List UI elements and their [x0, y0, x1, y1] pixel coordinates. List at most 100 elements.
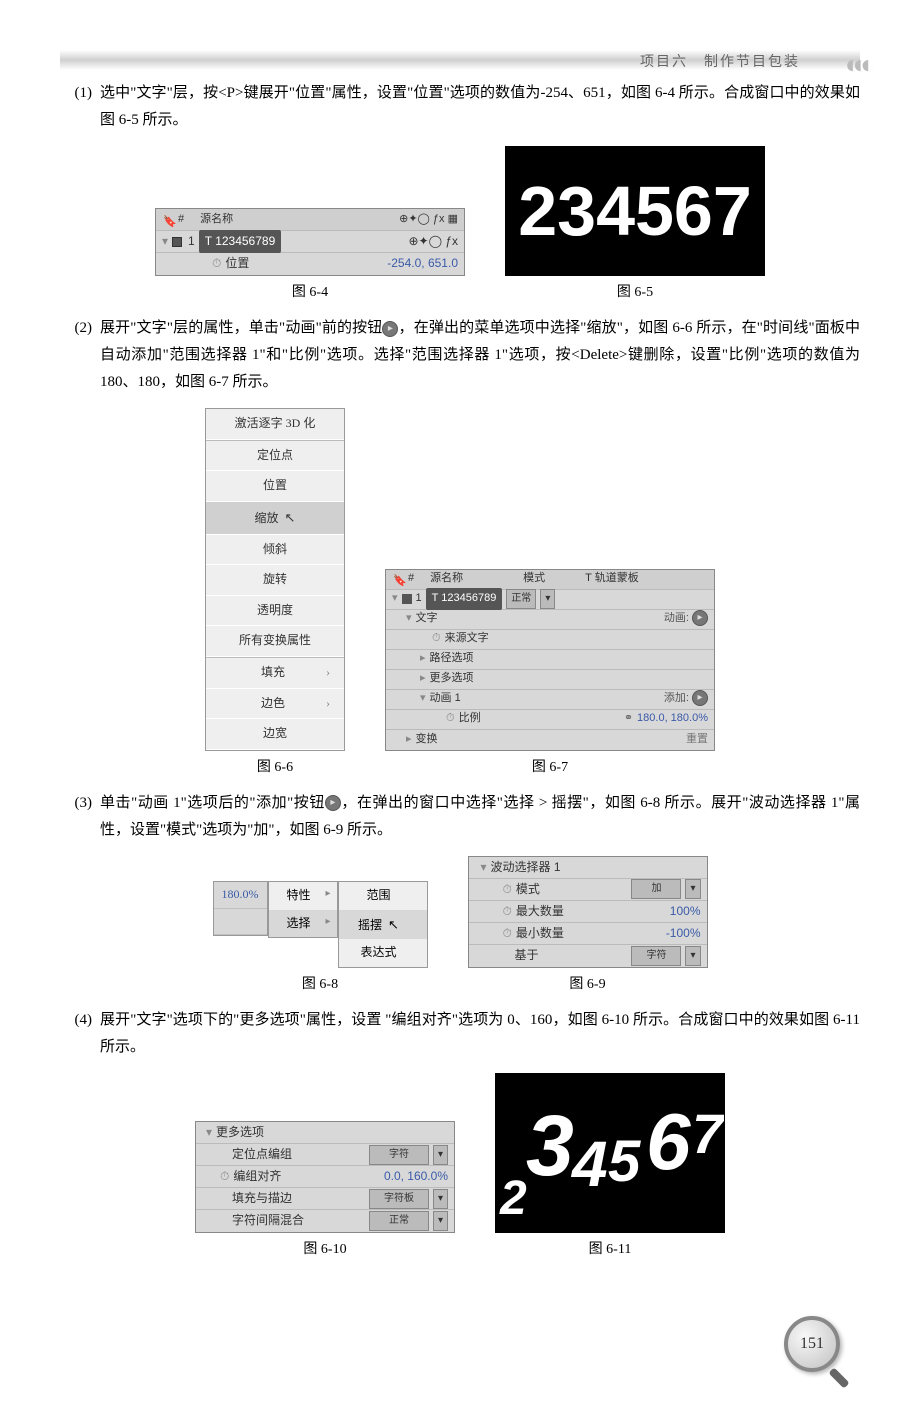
fig69-mode: ⏱ 模式 加▾	[469, 879, 707, 901]
fig67-anim1: ▾ 动画 1 添加:	[386, 690, 714, 710]
blend-dropdown[interactable]: 正常	[369, 1211, 429, 1231]
fig67-scale-value[interactable]: 180.0, 180.0%	[637, 709, 708, 729]
step-3-text: 单击"动画 1"选项后的"添加"按钮，在弹出的窗口中选择"选择 > 摇摆"，如图…	[100, 790, 860, 844]
twirl-down-icon[interactable]: ▾	[420, 689, 426, 709]
menu-item-scale[interactable]: 缩放↖	[206, 502, 344, 535]
fig68-panel: 180.0%	[213, 881, 268, 936]
digit: 3	[526, 1073, 574, 1224]
figure-6-10: ▾ 更多选项 定位点编组 字符▾ ⏱ 编组对齐 0.0, 160.0% 填充与描…	[195, 1121, 455, 1262]
fig69-max-val[interactable]: 100%	[670, 901, 701, 923]
fig610-group: ▾ 更多选项	[196, 1122, 454, 1144]
fig610-caption: 图 6-10	[195, 1237, 455, 1262]
menu-item[interactable]: 边宽	[206, 719, 344, 750]
cursor-icon: ↖	[388, 917, 399, 932]
fig611-preview: 2 3 4 5 6 7	[495, 1073, 725, 1233]
dropdown-arrow-icon[interactable]: ▾	[433, 1145, 448, 1165]
digit: 7	[692, 1084, 723, 1185]
twirl-down-icon[interactable]: ▾	[392, 589, 398, 609]
add-circle-icon[interactable]	[692, 610, 708, 626]
header-ornament: ◐◐◐	[845, 42, 868, 89]
stopwatch-icon[interactable]: ⏱	[446, 709, 455, 729]
fig67-pathopts: ▸ 路径选项	[386, 650, 714, 670]
menu-item-wiggle[interactable]: 摇摆↖	[339, 910, 427, 940]
stopwatch-icon[interactable]: ⏱	[220, 1166, 229, 1188]
fig67-srctext: ⏱ 来源文字	[386, 630, 714, 650]
twirl-down-icon[interactable]: ▾	[162, 231, 168, 253]
twirl-down-icon[interactable]: ▾	[481, 857, 487, 879]
fig67-moreopts: ▸ 更多选项	[386, 670, 714, 690]
based-dropdown[interactable]: 字符	[631, 946, 681, 966]
link-icon[interactable]: ⚭	[624, 709, 633, 729]
fig610-blend: 字符间隔混合 正常▾	[196, 1210, 454, 1232]
anim-add[interactable]: 添加:	[664, 689, 708, 709]
menu-item[interactable]: 定位点	[206, 441, 344, 472]
menu-item[interactable]: 特性	[269, 882, 337, 910]
fig69-min-val[interactable]: -100%	[666, 923, 701, 945]
menu-item[interactable]: 范围	[339, 882, 427, 910]
dropdown-arrow-icon[interactable]: ▾	[433, 1189, 448, 1209]
fx-icons: ⊕✦◯ ƒx	[408, 231, 458, 253]
figure-6-4: 🔖 # 源名称 ⊕✦◯ ƒx ▦ ▾ 1 T 123456789 ⊕✦◯ ƒx …	[155, 208, 465, 305]
fig64-caption: 图 6-4	[155, 280, 465, 305]
add-button-icon[interactable]	[325, 795, 341, 811]
fig69-min: ⏱ 最小数量 -100%	[469, 923, 707, 945]
fig67-layer-row[interactable]: ▾ 1 T 123456789 正常▾	[386, 590, 714, 610]
dropdown-arrow-icon[interactable]: ▾	[433, 1211, 448, 1231]
chapter-title: 项目六 制作节目包装	[640, 50, 800, 75]
menu-item[interactable]: 填充	[206, 658, 344, 689]
dropdown-arrow-icon[interactable]: ▾	[685, 946, 700, 966]
twirl-down-icon[interactable]: ▾	[206, 1122, 212, 1144]
twirl-right-icon[interactable]: ▸	[420, 649, 426, 669]
stopwatch-icon[interactable]: ⏱	[212, 253, 221, 275]
fig64-layer-num: 1	[188, 231, 195, 253]
menu-item[interactable]: 表达式	[339, 939, 427, 967]
fig64-layer-row[interactable]: ▾ 1 T 123456789 ⊕✦◯ ƒx	[156, 231, 464, 253]
twirl-right-icon[interactable]: ▸	[406, 730, 412, 750]
menu-item[interactable]: 位置	[206, 471, 344, 502]
fig64-layer-name[interactable]: T 123456789	[199, 230, 282, 254]
fig69-group: ▾ 波动选择器 1	[469, 857, 707, 879]
fig64-col-num: #	[178, 210, 184, 230]
menu-item[interactable]: 旋转	[206, 565, 344, 596]
menu-item-select[interactable]: 选择	[269, 910, 337, 938]
menu-item[interactable]: 所有变换属性	[206, 626, 344, 657]
menu-item[interactable]: 边色	[206, 689, 344, 720]
fig64-position-row: ⏱ 位置 -254.0, 651.0	[156, 253, 464, 275]
add-circle-icon[interactable]	[692, 690, 708, 706]
twirl-right-icon[interactable]: ▸	[420, 669, 426, 689]
menu-item[interactable]: 倾斜	[206, 535, 344, 566]
twirl-down-icon[interactable]: ▾	[406, 609, 412, 629]
fig64-position-value[interactable]: -254.0, 651.0	[387, 253, 458, 275]
stopwatch-icon[interactable]: ⏱	[432, 629, 441, 649]
dropdown-arrow-icon[interactable]: ▾	[685, 879, 700, 899]
trk-dropdown[interactable]: ▾	[540, 589, 555, 609]
mode-dropdown[interactable]: 正常	[506, 589, 536, 609]
step-1: (1) 选中"文字"层，按<P>键展开"位置"属性，设置"位置"选项的数值为-2…	[60, 80, 860, 134]
figure-6-6: 激活逐字 3D 化 定位点 位置 缩放↖ 倾斜 旋转 透明度 所有变换属性 填充…	[205, 408, 345, 780]
layer-color-swatch	[402, 594, 412, 604]
stopwatch-icon[interactable]: ⏱	[503, 901, 512, 923]
fig67-layer-name[interactable]: T 123456789	[426, 588, 503, 610]
stopwatch-icon[interactable]: ⏱	[503, 879, 512, 901]
stopwatch-icon[interactable]: ⏱	[503, 923, 512, 945]
mode-dropdown[interactable]: 加	[631, 879, 681, 899]
step-2-text: 展开"文字"层的属性，单击"动画"前的按钮，在弹出的菜单选项中选择"缩放"，如图…	[100, 315, 860, 396]
anchor-dropdown[interactable]: 字符	[369, 1145, 429, 1165]
fig610-align-val[interactable]: 0.0, 160.0%	[384, 1166, 448, 1188]
fig610-fillstroke: 填充与描边 字符板▾	[196, 1188, 454, 1210]
menu-item[interactable]: 激活逐字 3D 化	[206, 409, 344, 440]
fig610-align: ⏱ 编组对齐 0.0, 160.0%	[196, 1166, 454, 1188]
figure-6-8: 180.0% 特性 选择 范围 摇摆↖ 表达式 图 6-8	[213, 881, 428, 997]
fig68-menu2: 范围 摇摆↖ 表达式	[338, 881, 428, 968]
reset-link[interactable]: 重置	[686, 730, 708, 750]
step-2-number: (2)	[60, 315, 100, 396]
fig65-text: 234567	[518, 148, 752, 274]
animate-button-icon[interactable]	[382, 321, 398, 337]
fillstroke-dropdown[interactable]: 字符板	[369, 1189, 429, 1209]
step-4: (4) 展开"文字"选项下的"更多选项"属性，设置 "编组对齐"选项为 0、16…	[60, 1007, 860, 1061]
fig68-val[interactable]: 180.0%	[222, 887, 259, 901]
animate-add[interactable]: 动画:	[664, 609, 708, 629]
menu-item[interactable]: 透明度	[206, 596, 344, 627]
figure-6-5: 234567 图 6-5	[505, 146, 765, 305]
fig69-based: 基于 字符▾	[469, 945, 707, 967]
